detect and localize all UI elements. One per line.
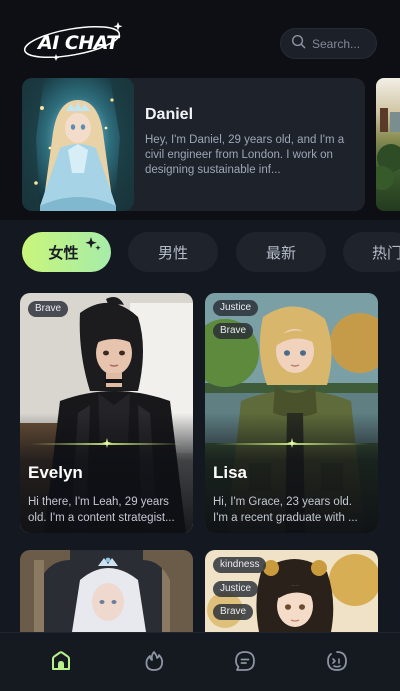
tab-female[interactable]: 女性 <box>22 232 111 272</box>
tab-label: 热门 <box>372 243 400 262</box>
sparkle-icon <box>102 438 112 448</box>
chat-icon <box>233 649 257 678</box>
fire-icon <box>142 649 166 678</box>
bottom-navigation <box>0 632 400 691</box>
character-name: Lisa <box>213 463 248 482</box>
trait-tag: Brave <box>213 604 254 620</box>
character-description: Hi there, I'm Leah, 29 years old. I'm a … <box>28 496 175 524</box>
nav-profile[interactable] <box>323 649 351 677</box>
search-icon <box>291 34 306 54</box>
smile-icon <box>325 649 349 678</box>
trait-tag: Justice <box>213 300 259 316</box>
featured-character-description: Hey, I'm Daniel, 29 years old, and I'm a… <box>145 134 345 176</box>
character-card[interactable] <box>20 550 193 632</box>
character-card[interactable]: Brave Evelyn Hi there, I'm Leah, 29 year… <box>20 293 193 533</box>
character-image <box>20 550 193 632</box>
tab-male[interactable]: 男性 <box>128 232 218 272</box>
sparkle-icon <box>287 438 297 448</box>
tab-label: 男性 <box>157 243 188 262</box>
app-screen: AI CHAT Search... Daniel Hey, I'm Daniel… <box>0 0 400 691</box>
trait-tag: Brave <box>28 301 69 317</box>
app-logo: AI CHAT <box>22 20 126 64</box>
trait-tag: Brave <box>213 323 254 339</box>
nav-messages[interactable] <box>231 649 259 677</box>
character-card[interactable]: kindness Justice Brave <box>205 550 378 632</box>
trait-tag: kindness <box>213 557 267 573</box>
featured-character-name: Daniel <box>145 106 194 123</box>
tab-newest[interactable]: 最新 <box>236 232 326 272</box>
trait-tag: Justice <box>213 581 259 597</box>
search-box[interactable] <box>280 28 377 59</box>
nav-trending[interactable] <box>140 649 168 677</box>
next-featured-card-peek[interactable] <box>376 78 400 211</box>
featured-character-image <box>22 78 134 211</box>
character-description: Hi, I'm Grace, 23 years old. I'm a recen… <box>213 496 358 524</box>
character-card[interactable]: Justice Brave Lisa Hi, I'm Grace, 23 yea… <box>205 293 378 533</box>
character-name: Evelyn <box>28 463 83 482</box>
logo-text: AI CHAT <box>38 32 119 54</box>
sparkle-icon <box>84 235 102 257</box>
nav-home[interactable] <box>47 649 75 677</box>
search-input[interactable] <box>312 36 370 51</box>
tab-label: 女性 <box>48 243 79 262</box>
tab-popular[interactable]: 热门 <box>343 232 400 272</box>
featured-character-card[interactable]: Daniel Hey, I'm Daniel, 29 years old, an… <box>22 78 365 211</box>
tab-label: 最新 <box>265 243 296 262</box>
home-icon <box>49 649 73 678</box>
header: AI CHAT <box>0 0 400 74</box>
